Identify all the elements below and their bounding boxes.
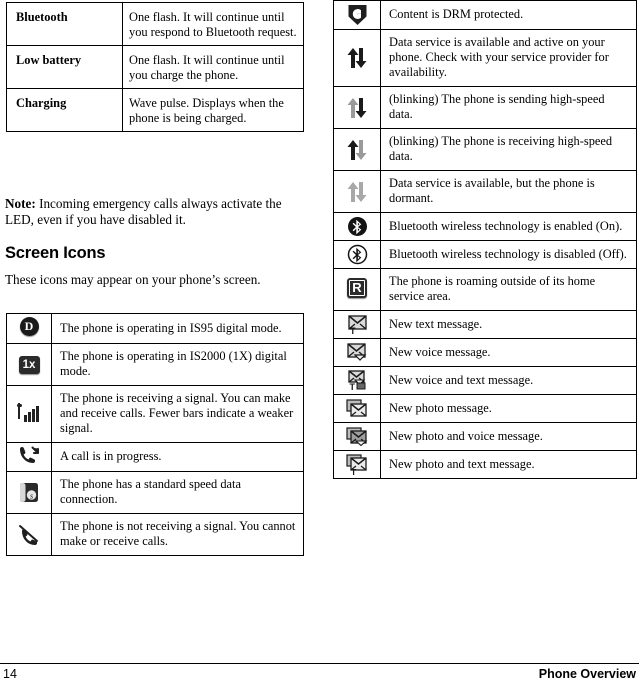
table-row: Charging Wave pulse. Displays when the p… [6,88,304,132]
led-description: Wave pulse. Displays when the phone is b… [122,88,304,132]
lead-paragraph: These icons may appear on your phone’s s… [5,272,261,287]
new-text-message-icon: T [333,310,381,339]
no-signal-icon [6,513,52,556]
digital-1x-icon: 1x [6,343,52,386]
table-row: Low battery One flash. It will continue … [6,45,304,89]
table-row: T New photo and text message. [333,450,637,479]
table-row: 1x The phone is operating in IS2000 (1X)… [6,343,304,386]
icon-description: Content is DRM protected. [380,0,637,30]
icon-description: Bluetooth wireless technology is disable… [380,240,637,269]
footer-rule [0,663,639,664]
led-label: Charging [6,88,123,132]
note-text: Incoming emergency calls always activate… [5,196,282,228]
icon-description: The phone is receiving a signal. You can… [51,385,304,443]
digital-is95-icon [6,313,52,344]
note-prefix: Note: [5,196,36,211]
led-label: Bluetooth [6,2,123,46]
icon-description: (blinking) The phone is sending high-spe… [380,86,637,129]
footer-page-number: 14 [3,667,17,681]
icon-description: (blinking) The phone is receiving high-s… [380,128,637,171]
svg-text:s: s [30,491,33,500]
data-dormant-icon [333,170,381,213]
note-paragraph: Note: Incoming emergency calls always ac… [5,196,305,228]
icon-description: Data service is available and active on … [380,29,637,87]
screen-icons-table-left-wrap: The phone is operating in IS95 digital m… [6,313,304,556]
standard-speed-data-icon: s [6,471,52,514]
table-row: New photo and voice message. [333,422,637,451]
table-row: Data service is available and active on … [333,29,637,87]
call-in-progress-icon [6,442,52,472]
roaming-icon [333,268,381,311]
table-row: The phone is receiving a signal. You can… [6,385,304,443]
screen-icons-table-right-wrap: Content is DRM protected. Data service i… [333,0,637,479]
bluetooth-off-icon [333,240,381,269]
page-footer: 14 Phone Overview [0,667,639,687]
icon-description: New photo and text message. [380,450,637,479]
icon-description: The phone is not receiving a signal. You… [51,513,304,556]
table-row: The phone is roaming outside of its home… [333,268,637,311]
icon-description: Bluetooth wireless technology is enabled… [380,212,637,241]
icon-description: The phone is operating in IS95 digital m… [51,313,304,344]
table-row: New voice message. [333,338,637,367]
table-row: A call is in progress. [6,442,304,472]
table-row: Bluetooth wireless technology is enabled… [333,212,637,241]
table-row: Data service is available, but the phone… [333,170,637,213]
icon-description: New voice message. [380,338,637,367]
drm-protected-icon [333,0,381,30]
new-photo-text-message-icon: T [333,450,381,479]
table-row: T New voice and text message. [333,366,637,395]
footer-section-title: Phone Overview [538,667,636,681]
led-description: One flash. It will continue until you re… [122,2,304,46]
icon-description: Data service is available, but the phone… [380,170,637,213]
page-title: Screen Icons [5,244,106,262]
table-row: T New text message. [333,310,637,339]
table-row: (blinking) The phone is sending high-spe… [333,86,637,129]
new-voice-message-icon [333,338,381,367]
data-active-icon [333,29,381,87]
note-block: Note: Incoming emergency calls always ac… [5,196,305,228]
screen-icons-table-left: The phone is operating in IS95 digital m… [6,313,304,556]
led-description: One flash. It will continue until you ch… [122,45,304,89]
new-photo-voice-message-icon [333,422,381,451]
svg-text:T: T [350,326,356,335]
new-photo-message-icon [333,394,381,423]
table-row: Bluetooth wireless technology is disable… [333,240,637,269]
led-indicator-table: Bluetooth One flash. It will continue un… [6,2,304,132]
table-row: Bluetooth One flash. It will continue un… [6,2,304,46]
table-row: The phone is operating in IS95 digital m… [6,313,304,344]
icon-description: The phone is operating in IS2000 (1X) di… [51,343,304,386]
icon-description: New voice and text message. [380,366,637,395]
icon-description: New text message. [380,310,637,339]
icon-description: The phone has a standard speed data conn… [51,471,304,514]
table-row: s The phone has a standard speed data co… [6,471,304,514]
bluetooth-on-icon [333,212,381,241]
led-label: Low battery [6,45,123,89]
icon-description: The phone is roaming outside of its home… [380,268,637,311]
table-row: The phone is not receiving a signal. You… [6,513,304,556]
table-row: New photo message. [333,394,637,423]
new-voice-text-message-icon: T [333,366,381,395]
led-indicator-table-wrap: Bluetooth One flash. It will continue un… [6,2,304,132]
screen-icons-table-right: Content is DRM protected. Data service i… [333,0,637,479]
svg-text:T: T [351,467,357,475]
data-receiving-icon [333,128,381,171]
table-row: Content is DRM protected. [333,0,637,30]
svg-text:T: T [350,382,356,391]
signal-strength-icon [6,385,52,443]
icon-description: New photo and voice message. [380,422,637,451]
icon-description: New photo message. [380,394,637,423]
data-sending-icon [333,86,381,129]
icon-description: A call is in progress. [51,442,304,472]
table-row: (blinking) The phone is receiving high-s… [333,128,637,171]
manual-page: Bluetooth One flash. It will continue un… [0,0,639,687]
